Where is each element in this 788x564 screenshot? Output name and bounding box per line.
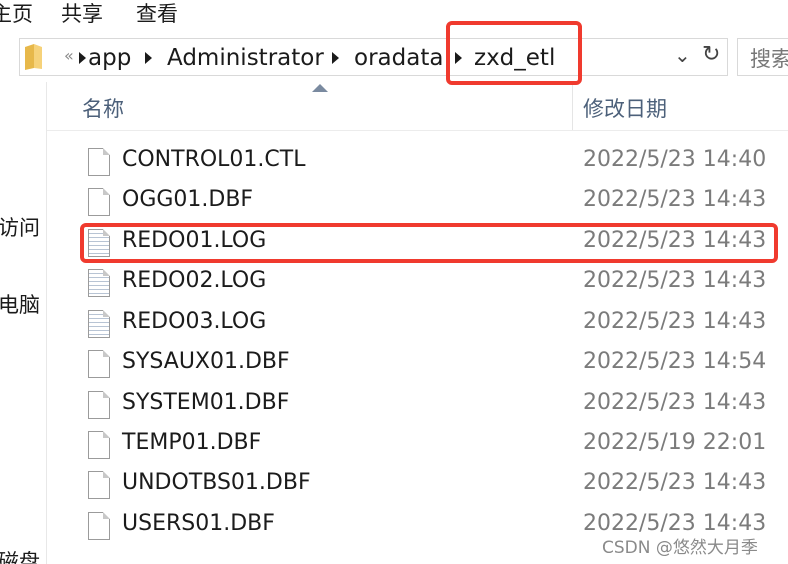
file-name: OGG01.DBF (122, 187, 254, 212)
file-name: REDO02.LOG (122, 268, 267, 293)
chevron-right-icon[interactable] (332, 52, 339, 64)
file-name: CONTROL01.CTL (122, 147, 306, 172)
ribbon-tab-share[interactable]: 共享 (61, 1, 103, 27)
file-row[interactable]: OGG01.DBF 2022/5/23 14:43 (84, 183, 788, 223)
file-date: 2022/5/23 14:43 (583, 309, 767, 334)
breadcrumb-oradata[interactable]: oradata (354, 43, 443, 73)
folder-icon (25, 44, 42, 70)
nav-item-access[interactable]: 访问 (0, 212, 40, 242)
chevron-right-icon[interactable] (145, 52, 152, 64)
file-icon (88, 350, 110, 378)
file-icon (88, 188, 110, 216)
nav-item-this-pc[interactable]: 电脑 (0, 289, 40, 319)
file-name: UNDOTBS01.DBF (122, 470, 311, 495)
file-row[interactable]: UNDOTBS01.DBF 2022/5/23 14:43 (84, 466, 788, 506)
file-icon (88, 148, 110, 176)
nav-item-disk[interactable]: 磁盘 (0, 546, 40, 564)
breadcrumb-app[interactable]: app (88, 43, 131, 73)
sort-ascending-icon (312, 84, 328, 92)
text-file-icon (88, 269, 110, 297)
header-separator (47, 130, 788, 131)
file-name: SYSAUX01.DBF (122, 349, 290, 374)
file-date: 2022/5/23 14:43 (583, 268, 767, 293)
file-row[interactable]: TEMP01.DBF 2022/5/19 22:01 (84, 426, 788, 466)
column-header-name[interactable]: 名称 (82, 93, 124, 123)
breadcrumb-administrator[interactable]: Administrator (167, 43, 324, 73)
pane-divider (46, 82, 47, 564)
file-date: 2022/5/23 14:54 (583, 349, 767, 374)
file-date: 2022/5/23 14:43 (583, 390, 767, 415)
file-date: 2022/5/23 14:40 (583, 147, 767, 172)
search-placeholder: 搜索 (750, 47, 788, 71)
search-box[interactable]: 搜索 (737, 38, 788, 76)
file-name: USERS01.DBF (122, 511, 275, 536)
file-icon (88, 471, 110, 499)
file-name: REDO03.LOG (122, 309, 267, 334)
watermark: CSDN @悠然大月季 (602, 538, 758, 558)
file-icon (88, 431, 110, 459)
ribbon-menu: 主页 共享 查看 (0, 0, 788, 30)
file-row[interactable]: REDO03.LOG 2022/5/23 14:43 (84, 305, 788, 345)
file-row[interactable]: SYSTEM01.DBF 2022/5/23 14:43 (84, 386, 788, 426)
file-icon (88, 391, 110, 419)
column-header-date-modified[interactable]: 修改日期 (583, 93, 667, 123)
file-name: SYSTEM01.DBF (122, 390, 290, 415)
chevron-right-icon[interactable] (79, 52, 86, 64)
chevron-down-icon[interactable]: ⌄ (674, 43, 691, 67)
file-date: 2022/5/19 22:01 (583, 430, 767, 455)
file-name: TEMP01.DBF (122, 430, 262, 455)
file-date: 2022/5/23 14:43 (583, 470, 767, 495)
ribbon-tab-view[interactable]: 查看 (136, 1, 178, 27)
address-bar[interactable]: « app Administrator oradata zxd_etl ⌄ ↻ (19, 38, 728, 76)
highlight-box-folder (446, 21, 582, 85)
file-row[interactable]: CONTROL01.CTL 2022/5/23 14:40 (84, 143, 788, 183)
file-icon (88, 512, 110, 540)
file-row[interactable]: REDO02.LOG 2022/5/23 14:43 (84, 264, 788, 304)
refresh-icon[interactable]: ↻ (702, 42, 720, 67)
file-row[interactable]: SYSAUX01.DBF 2022/5/23 14:54 (84, 345, 788, 385)
column-divider[interactable] (572, 84, 573, 130)
ribbon-tab-home[interactable]: 主页 (0, 1, 33, 27)
overflow-chevron-icon[interactable]: « (64, 46, 74, 65)
file-date: 2022/5/23 14:43 (583, 187, 767, 212)
highlight-box-redo01 (80, 223, 778, 263)
text-file-icon (88, 310, 110, 338)
